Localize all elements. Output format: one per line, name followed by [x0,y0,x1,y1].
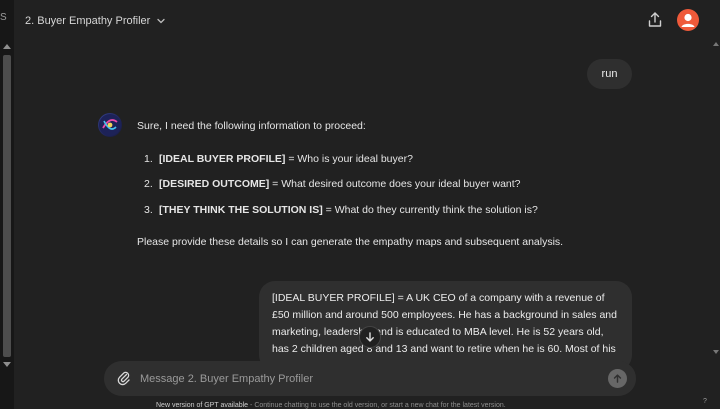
arrow-down-icon [366,332,374,342]
user-message: run [587,59,632,89]
assistant-intro: Sure, I need the following information t… [137,120,366,132]
scroll-down-arrow[interactable] [713,350,719,354]
message-composer [104,361,636,396]
item-label: [DESIRED OUTCOME] [159,178,270,190]
chevron-down-icon [157,18,165,24]
item-label: [IDEAL BUYER PROFILE] [159,153,286,165]
gpt-logo-icon [99,114,121,136]
list-item: 1. [IDEAL BUYER PROFILE] = Who is your id… [144,153,413,165]
user-message-long: [IDEAL BUYER PROFILE] = A UK CEO of a co… [259,281,632,371]
help-button[interactable]: ? [703,398,707,405]
user-avatar[interactable] [677,9,699,31]
scroll-to-bottom-button[interactable] [359,326,381,348]
notice-text: - Continue chatting to use the old versi… [248,402,506,409]
message-input[interactable] [140,369,600,389]
header: 2. Buyer Empathy Profiler [14,0,720,42]
scroll-up-arrow[interactable] [713,42,719,46]
share-button[interactable] [646,11,664,29]
item-label: [THEY THINK THE SOLUTION IS] [159,204,323,216]
sidebar-glyph: S [0,12,7,23]
user-message-text: [IDEAL BUYER PROFILE] = A UK CEO of a co… [272,292,617,371]
scroll-down-arrow[interactable] [3,362,11,367]
left-sidebar-strip: S [0,0,14,409]
gpt-avatar [98,113,122,137]
attach-button[interactable] [116,370,132,386]
send-button[interactable] [608,369,627,388]
share-icon [648,12,662,27]
paperclip-icon [117,371,130,386]
assistant-outro: Please provide these details so I can ge… [137,236,564,248]
list-item: 2. [DESIRED OUTCOME] = What desired outco… [144,178,521,190]
item-text: = What desired outcome does your ideal b… [269,178,521,190]
scrollbar-thumb[interactable] [3,55,11,357]
scroll-up-arrow[interactable] [3,44,11,49]
page-title: 2. Buyer Empathy Profiler [25,15,151,27]
notice-title: New version of GPT available [156,402,249,409]
user-icon [681,13,695,27]
arrow-up-icon [613,374,622,383]
version-notice: New version of GPT available - Continue … [156,402,506,409]
list-item: 3. [THEY THINK THE SOLUTION IS] = What do… [144,204,538,216]
item-text: = What do they currently think the solut… [322,204,538,216]
right-scrollbar[interactable] [712,42,720,360]
item-text: = Who is your ideal buyer? [285,153,413,165]
gpt-selector[interactable]: 2. Buyer Empathy Profiler [25,15,166,27]
